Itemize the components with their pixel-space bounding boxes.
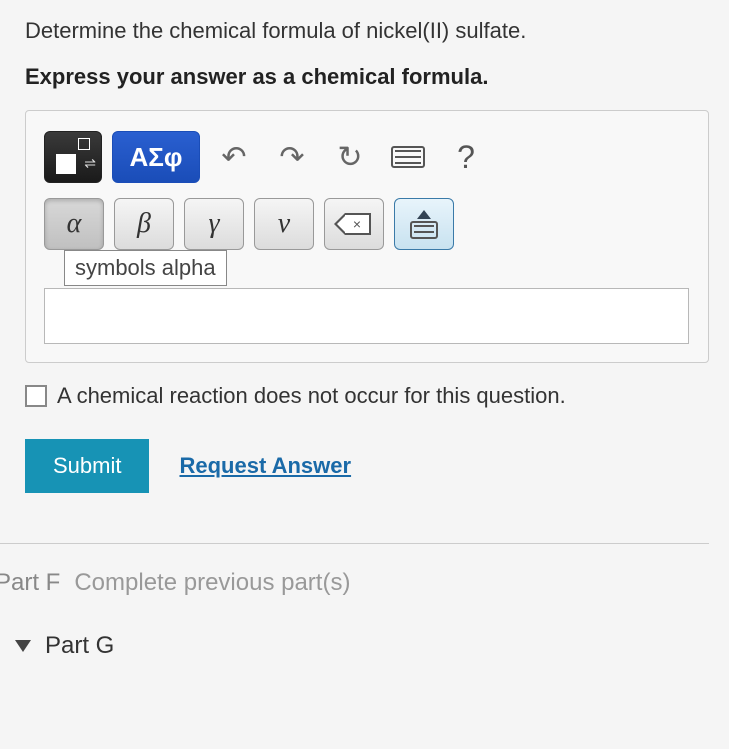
answer-input[interactable]	[44, 288, 689, 344]
action-row: Submit Request Answer	[25, 439, 709, 493]
keyboard-button[interactable]	[384, 133, 432, 181]
no-reaction-label: A chemical reaction does not occur for t…	[57, 383, 566, 409]
reset-icon: ↻	[337, 140, 362, 175]
chevron-up-icon	[417, 210, 431, 219]
chevron-down-icon	[15, 640, 31, 652]
part-g-label: Part G	[45, 632, 114, 660]
undo-button[interactable]: ↶	[210, 133, 258, 181]
submit-button[interactable]: Submit	[25, 439, 149, 493]
tooltip: symbols alpha	[64, 250, 227, 286]
no-reaction-row: A chemical reaction does not occur for t…	[25, 383, 709, 409]
beta-button[interactable]: β	[114, 198, 174, 250]
divider	[0, 543, 709, 544]
subscript-superscript-button[interactable]: ⇌	[44, 131, 102, 183]
part-f-status: Complete previous part(s)	[74, 569, 350, 597]
backspace-icon: ×	[337, 213, 371, 235]
question-text: Determine the chemical formula of nickel…	[25, 18, 709, 44]
alpha-button[interactable]: α	[44, 198, 104, 250]
no-reaction-checkbox[interactable]	[25, 385, 47, 407]
part-g-row[interactable]: Part G	[15, 632, 709, 660]
gamma-button[interactable]: γ	[184, 198, 244, 250]
subscript-superscript-icon: ⇌	[56, 140, 90, 174]
keyboard-icon	[410, 221, 438, 239]
help-button[interactable]: ?	[442, 133, 490, 181]
instruction-text: Express your answer as a chemical formul…	[25, 64, 709, 90]
toolbar-main: ⇌ ΑΣφ ↶ ↷ ↻ ?	[44, 131, 696, 183]
reset-button[interactable]: ↻	[326, 133, 374, 181]
redo-icon: ↷	[279, 140, 304, 175]
backspace-button[interactable]: ×	[324, 198, 384, 250]
undo-icon: ↶	[221, 140, 246, 175]
part-f-row: Part F Complete previous part(s)	[0, 569, 709, 597]
redo-button[interactable]: ↷	[268, 133, 316, 181]
nu-button[interactable]: ν	[254, 198, 314, 250]
keyboard-collapse-button[interactable]	[394, 198, 454, 250]
request-answer-link[interactable]: Request Answer	[179, 453, 351, 479]
part-f-label: Part F	[0, 569, 60, 597]
answer-editor: ⇌ ΑΣφ ↶ ↷ ↻ ? α β γ ν	[25, 110, 709, 363]
toolbar-greek: α β γ ν × symbols alpha	[44, 198, 696, 250]
keyboard-icon	[391, 146, 425, 168]
greek-palette-button[interactable]: ΑΣφ	[112, 131, 200, 183]
